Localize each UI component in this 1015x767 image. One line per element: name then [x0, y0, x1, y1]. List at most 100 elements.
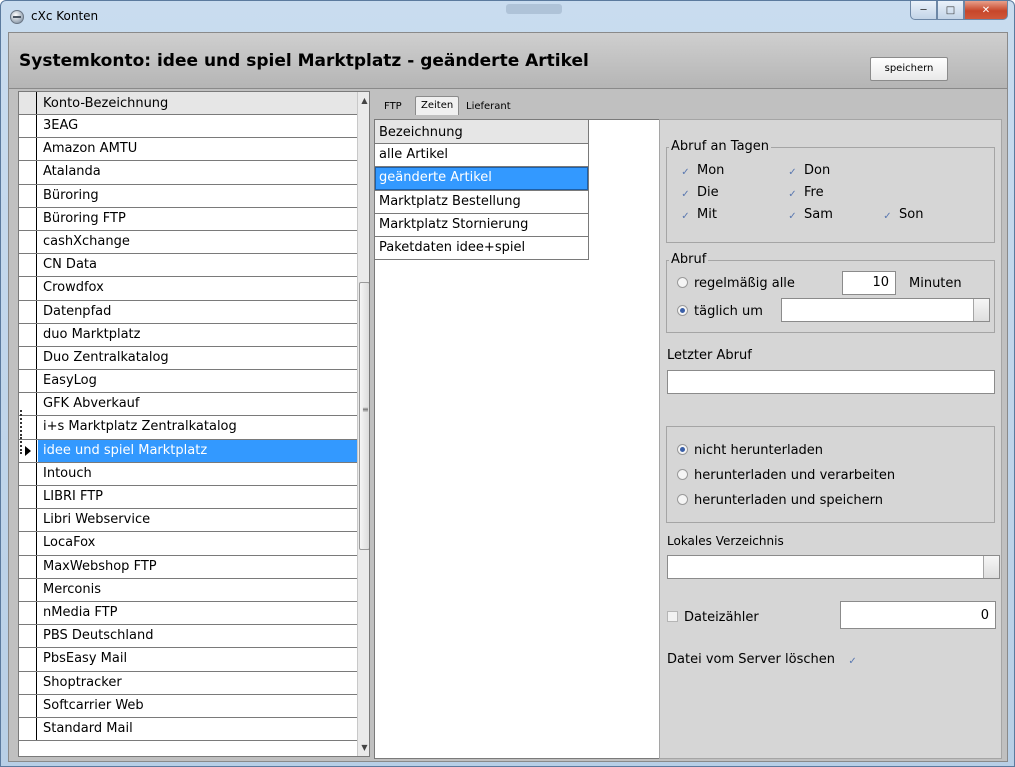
account-row[interactable]: Intouch	[19, 462, 357, 486]
row-indicator-cell[interactable]	[19, 254, 37, 277]
row-indicator-cell[interactable]	[19, 462, 37, 485]
account-row[interactable]: Büroring FTP	[19, 207, 357, 231]
title-bar[interactable]: cXc Konten ─ □ ✕	[1, 1, 1014, 32]
times-row[interactable]: Marktplatz Bestellung	[375, 190, 589, 214]
row-indicator-cell[interactable]	[19, 694, 37, 717]
scroll-up-arrow[interactable]: ▲	[360, 96, 369, 105]
row-indicator-cell[interactable]	[19, 717, 37, 741]
radio-download-process[interactable]: herunterladen und verarbeiten	[677, 468, 895, 483]
radio-no-download-label: nicht herunterladen	[694, 443, 824, 458]
account-row[interactable]: Softcarrier Web	[19, 694, 357, 718]
scroll-thumb[interactable]: ≡	[359, 282, 369, 550]
times-row[interactable]: geänderte Artikel	[375, 167, 589, 191]
account-row[interactable]: Crowdfox	[19, 277, 357, 301]
row-indicator-cell[interactable]	[19, 486, 37, 509]
daily-time-input[interactable]	[781, 298, 990, 322]
row-indicator-cell[interactable]	[19, 161, 37, 184]
row-indicator-cell[interactable]	[19, 346, 37, 370]
account-row[interactable]: CN Data	[19, 254, 357, 278]
account-name: MaxWebshop FTP	[43, 558, 157, 574]
tab-zeiten[interactable]: Zeiten	[415, 96, 460, 115]
row-indicator-cell[interactable]	[19, 601, 37, 625]
times-row[interactable]: alle Artikel	[375, 144, 589, 168]
scroll-down-arrow[interactable]: ▼	[360, 743, 369, 752]
radio-regular[interactable]: regelmäßig alle	[677, 276, 795, 291]
account-row[interactable]: MaxWebshop FTP	[19, 555, 357, 579]
accounts-grid-header[interactable]: Konto-Bezeichnung	[19, 92, 357, 115]
times-list[interactable]: Bezeichnung alle Artikel geänderte Artike…	[374, 119, 660, 759]
interval-value: 10	[872, 275, 889, 290]
row-indicator-cell[interactable]	[19, 323, 37, 346]
row-indicator-cell[interactable]	[19, 532, 37, 555]
row-indicator-cell[interactable]	[19, 277, 37, 300]
checkbox-son[interactable]: ✓ Son	[882, 207, 923, 222]
account-row[interactable]: LIBRI FTP	[19, 486, 357, 510]
account-row[interactable]: idee und spiel Marktplatz	[19, 439, 357, 463]
radio-icon	[677, 305, 688, 316]
row-indicator-cell[interactable]	[19, 648, 37, 671]
settings-panel: Abruf an Tagen ✓ Mon ✓ Die ✓ Mit ✓ Don ✓ Fre …	[659, 119, 1002, 759]
account-row[interactable]: duo Marktplatz	[19, 323, 357, 347]
row-indicator-cell[interactable]	[19, 184, 37, 207]
radio-download-save[interactable]: herunterladen und speichern	[677, 493, 883, 508]
row-indicator-cell[interactable]	[19, 578, 37, 601]
account-row[interactable]: GFK Abverkauf	[19, 393, 357, 417]
account-row[interactable]: Libri Webservice	[19, 509, 357, 533]
checkbox-mon[interactable]: ✓ Mon	[680, 163, 724, 178]
times-column-header: Bezeichnung	[379, 125, 463, 140]
tab-lieferant[interactable]: Lieferant	[461, 99, 516, 114]
counter-input[interactable]: 0	[840, 601, 996, 629]
checkbox-delete-server[interactable]: Datei vom Server löschen ✓	[667, 652, 864, 667]
account-row[interactable]: Shoptracker	[19, 671, 357, 695]
last-fetch-field[interactable]	[667, 370, 995, 394]
account-row[interactable]: Büroring	[19, 184, 357, 208]
times-column-header-cell[interactable]: Bezeichnung	[375, 120, 589, 144]
checkbox-die[interactable]: ✓ Die	[680, 185, 718, 200]
account-row[interactable]: Amazon AMTU	[19, 138, 357, 162]
row-indicator-cell[interactable]	[19, 300, 37, 323]
account-row[interactable]: Standard Mail	[19, 717, 357, 742]
account-row[interactable]: i+s Marktplatz Zentralkatalog	[19, 416, 357, 440]
checkbox-counter[interactable]: Dateizähler	[667, 610, 759, 625]
account-row[interactable]: PBS Deutschland	[19, 625, 357, 649]
times-row[interactable]: Marktplatz Stornierung	[375, 213, 589, 238]
radio-no-download[interactable]: nicht herunterladen	[677, 443, 823, 458]
minimize-button[interactable]: ─	[910, 1, 937, 20]
account-row[interactable]: cashXchange	[19, 230, 357, 255]
checkbox-don[interactable]: ✓ Don	[787, 163, 830, 178]
account-row[interactable]: Datenpfad	[19, 300, 357, 324]
time-picker-button[interactable]	[973, 299, 989, 321]
local-dir-input[interactable]	[667, 555, 1000, 579]
account-row[interactable]: EasyLog	[19, 370, 357, 394]
row-indicator-cell[interactable]	[19, 509, 37, 532]
account-row[interactable]: 3EAG	[19, 115, 357, 139]
row-indicator-cell[interactable]	[19, 555, 37, 578]
row-indicator-cell[interactable]	[19, 230, 37, 254]
row-indicator-cell[interactable]	[19, 115, 37, 138]
browse-button[interactable]	[983, 556, 999, 578]
save-button[interactable]: speichern	[870, 57, 948, 81]
maximize-button[interactable]: □	[937, 1, 964, 20]
account-row[interactable]: LocaFox	[19, 532, 357, 556]
accounts-scrollbar[interactable]: ▲ ≡ ▼	[357, 92, 369, 756]
row-indicator-cell[interactable]	[19, 138, 37, 161]
times-row[interactable]: Paketdaten idee+spiel	[375, 237, 589, 261]
checkbox-fre[interactable]: ✓ Fre	[787, 185, 823, 200]
interval-input[interactable]: 10	[842, 271, 896, 295]
checkbox-sam[interactable]: ✓ Sam	[787, 207, 833, 222]
account-row[interactable]: Merconis	[19, 578, 357, 602]
account-row[interactable]: Duo Zentralkatalog	[19, 346, 357, 371]
tab-ftp[interactable]: FTP	[379, 99, 407, 114]
checkbox-mit[interactable]: ✓ Mit	[680, 207, 717, 222]
radio-daily[interactable]: täglich um	[677, 304, 763, 319]
close-button[interactable]: ✕	[964, 1, 1008, 20]
row-indicator-cell[interactable]	[19, 671, 37, 694]
row-indicator-cell[interactable]	[19, 370, 37, 393]
row-indicator-cell[interactable]	[19, 207, 37, 230]
account-row[interactable]: PbsEasy Mail	[19, 648, 357, 672]
row-indicator-cell[interactable]	[19, 625, 37, 648]
account-row[interactable]: nMedia FTP	[19, 601, 357, 626]
account-row[interactable]: Atalanda	[19, 161, 357, 185]
account-name: idee und spiel Marktplatz	[43, 442, 208, 458]
accounts-grid[interactable]: Konto-Bezeichnung 3EAG Amazon AMTU Ataland…	[18, 91, 370, 757]
